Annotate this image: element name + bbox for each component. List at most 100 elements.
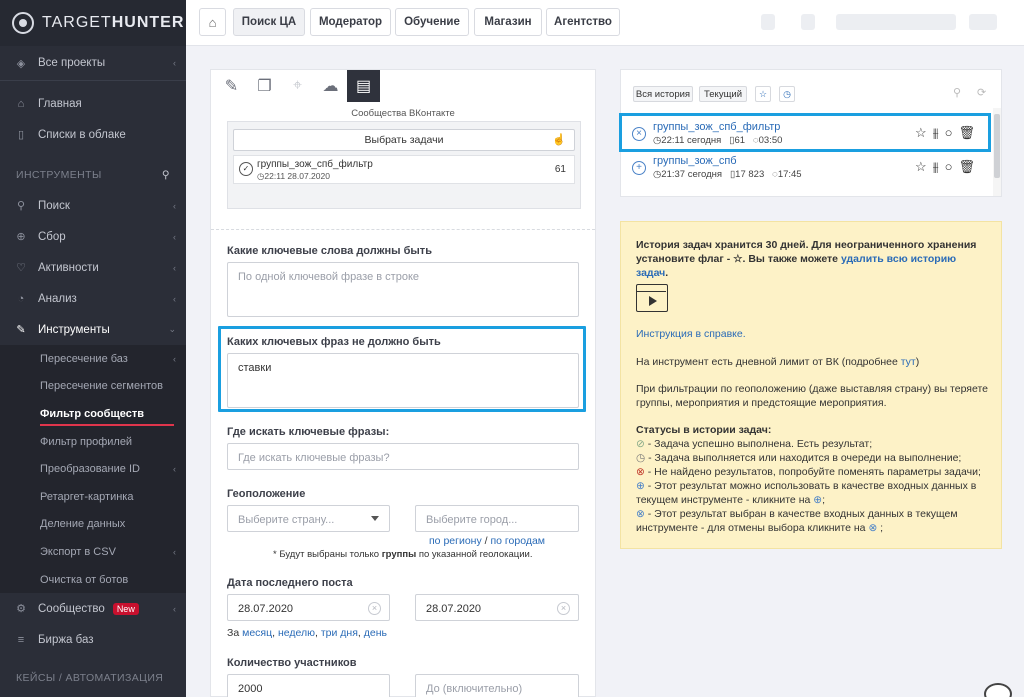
blurred-icon[interactable] [761, 14, 775, 30]
info-panel: История задач хранится 30 дней. Для неог… [620, 221, 1002, 549]
status-use-icon[interactable]: + [632, 161, 646, 175]
sidebar-subitem[interactable]: Деление данных [0, 511, 186, 539]
refresh-icon[interactable]: ⟳ [977, 86, 986, 99]
book-tool-icon[interactable]: ▤ [347, 70, 380, 102]
sidebar-item-community[interactable]: ⚙ Сообщество New ‹ [0, 593, 186, 624]
limit-details-link[interactable]: тут [901, 356, 916, 368]
pick-tasks-button[interactable]: Выбрать задачи ☝ [233, 129, 575, 151]
sidebar-item-main[interactable]: ⌂ Главная [0, 88, 186, 119]
sidebar-submenu-tools: Пересечение баз ‹ Пересечение сегментов Ф… [0, 345, 186, 594]
where-input[interactable]: Где искать ключевые фразы? [227, 443, 579, 470]
scrollbar[interactable] [993, 108, 1001, 196]
heart-icon: ♡ [16, 262, 26, 274]
by-region-link[interactable]: по региону [429, 535, 482, 547]
sidebar-item-cloud-lists[interactable]: ▯ Списки в облаке [0, 119, 186, 150]
sidebar-item-label: Списки в облаке [38, 128, 126, 141]
clear-icon[interactable]: × [368, 602, 381, 615]
wrench-icon: ✎ [16, 324, 26, 336]
sidebar-item-exchange[interactable]: ≡ Биржа баз [0, 624, 186, 655]
tab-current[interactable]: Текущий [699, 86, 747, 102]
blurred-user-info[interactable] [836, 14, 956, 30]
sidebar-subitem[interactable]: Экспорт в CSV ‹ [0, 538, 186, 566]
selected-task[interactable]: ✓ группы_зож_спб_фильтр ◷22:11 28.07.202… [233, 155, 575, 184]
sidebar-item-analysis[interactable]: ◔ Анализ ‹ [0, 283, 186, 314]
comment-icon[interactable]: ○ [945, 159, 953, 175]
sidebar-item-label: Все проекты [38, 57, 106, 69]
chat-icon[interactable] [984, 683, 1012, 697]
upload-cloud-icon[interactable]: ☁ [314, 70, 347, 102]
history-row-name[interactable]: группы_зож_спб [653, 155, 737, 167]
search-icon[interactable]: ⚲ [162, 169, 170, 181]
chevron-left-icon: ‹ [173, 262, 176, 273]
nav-shop[interactable]: Магазин [474, 8, 542, 36]
file-icon: ▯ [17, 129, 25, 141]
sidebar-item-activity[interactable]: ♡ Активности ‹ [0, 252, 186, 283]
brand-light: TARGET [42, 14, 112, 31]
sidebar-subitem[interactable]: Преобразование ID ‹ [0, 455, 186, 483]
geo-note: * Будут выбраны только группы по указанн… [273, 549, 533, 560]
star-icon[interactable]: ☆ [915, 159, 927, 175]
city-input[interactable]: Выберите город... [415, 505, 579, 532]
kw-must-textarea[interactable]: По одной ключевой фразе в строке [227, 262, 579, 317]
copy-tool-icon[interactable]: ❐ [248, 70, 281, 102]
date-to-input[interactable]: 28.07.2020 × [415, 594, 579, 621]
clock-icon: ◷ [636, 452, 646, 464]
nav-search-audience[interactable]: Поиск ЦА [233, 8, 305, 36]
trash-icon[interactable]: 🗑︎ [958, 159, 975, 175]
sidebar-item-label: Сообщество [38, 602, 105, 615]
edit-tool-icon[interactable]: ✎ [215, 70, 248, 102]
error-circle-icon: ⊗ [636, 466, 645, 478]
location-tool-icon[interactable]: ⌖ [281, 70, 314, 102]
sidebar-subitem[interactable]: Пересечение баз ‹ [0, 345, 186, 373]
home-icon: ⌂ [208, 14, 217, 30]
help-link[interactable]: Инструкция в справке. [636, 327, 988, 341]
by-cities-link[interactable]: по городам [490, 535, 545, 547]
video-icon[interactable] [636, 284, 668, 312]
sidebar-item-all-projects[interactable]: ◈ Все проекты ‹ [0, 46, 186, 80]
logo[interactable]: TARGETHUNTER [0, 0, 186, 46]
clock-filter-icon[interactable]: ◷ [779, 86, 795, 102]
last-post-label: Дата последнего поста [227, 577, 353, 589]
date-from-input[interactable]: 28.07.2020 × [227, 594, 390, 621]
period-day-link[interactable]: день [364, 627, 387, 639]
blurred-icon[interactable] [801, 14, 815, 30]
nav-agency[interactable]: Агентство [546, 8, 620, 36]
sidebar-item-tools[interactable]: ✎ Инструменты ⌄ [0, 314, 186, 345]
nav-moderator[interactable]: Модератор [310, 8, 391, 36]
history-row[interactable]: + группы_зож_спб ◷21:37 сегодня ▯17 823 … [625, 152, 989, 184]
chevron-left-icon: ‹ [173, 353, 176, 364]
sidebar-subitem-current[interactable]: Фильтр сообществ [0, 400, 186, 428]
sidebar-item-label: Поиск [38, 199, 70, 212]
scrollbar-thumb[interactable] [994, 114, 1000, 178]
where-label: Где искать ключевые фразы: [227, 426, 390, 438]
status-legend: ⊘ - Задача успешно выполнена. Есть резул… [636, 438, 981, 534]
period-week-link[interactable]: неделю [278, 627, 315, 639]
members-from-input[interactable]: 2000 [227, 674, 390, 697]
sidebar-item-collect[interactable]: ⊕ Сбор ‹ [0, 221, 186, 252]
sidebar-item-search[interactable]: ⚲ Поиск ‹ [0, 190, 186, 221]
period-month-link[interactable]: месяц [242, 627, 272, 639]
divider [211, 229, 595, 230]
country-select[interactable]: Выберите страну... [227, 505, 390, 532]
sidebar-subitem[interactable]: Ретаргет-картинка [0, 483, 186, 511]
members-label: Количество участников [227, 657, 357, 669]
nav-learning[interactable]: Обучение [395, 8, 469, 36]
sliders-icon[interactable]: ⫵ [933, 159, 939, 175]
home-button[interactable]: ⌂ [199, 8, 226, 36]
members-to-input[interactable]: До (включительно) [415, 674, 579, 697]
tab-all-history[interactable]: Вся история [633, 86, 693, 102]
sidebar-item-label: Главная [38, 97, 82, 110]
clear-icon[interactable]: × [557, 602, 570, 615]
period-3days-link[interactable]: три дня [321, 627, 358, 639]
search-icon[interactable]: ⚲ [953, 86, 961, 99]
sidebar-subitem[interactable]: Пересечение сегментов [0, 373, 186, 401]
sidebar-subitem[interactable]: Фильтр профилей [0, 428, 186, 456]
star-filter-icon[interactable]: ☆ [755, 86, 771, 102]
layers-icon: ◈ [16, 57, 26, 70]
chevron-left-icon: ‹ [173, 603, 176, 614]
sidebar-section-cases: КЕЙСЫ / АВТОМАТИЗАЦИЯ [16, 672, 164, 685]
sidebar-item-label: Сбор [38, 230, 66, 243]
logo-icon [12, 12, 34, 34]
avatar[interactable] [969, 14, 997, 30]
sidebar-subitem[interactable]: Очистка от ботов [0, 566, 186, 594]
